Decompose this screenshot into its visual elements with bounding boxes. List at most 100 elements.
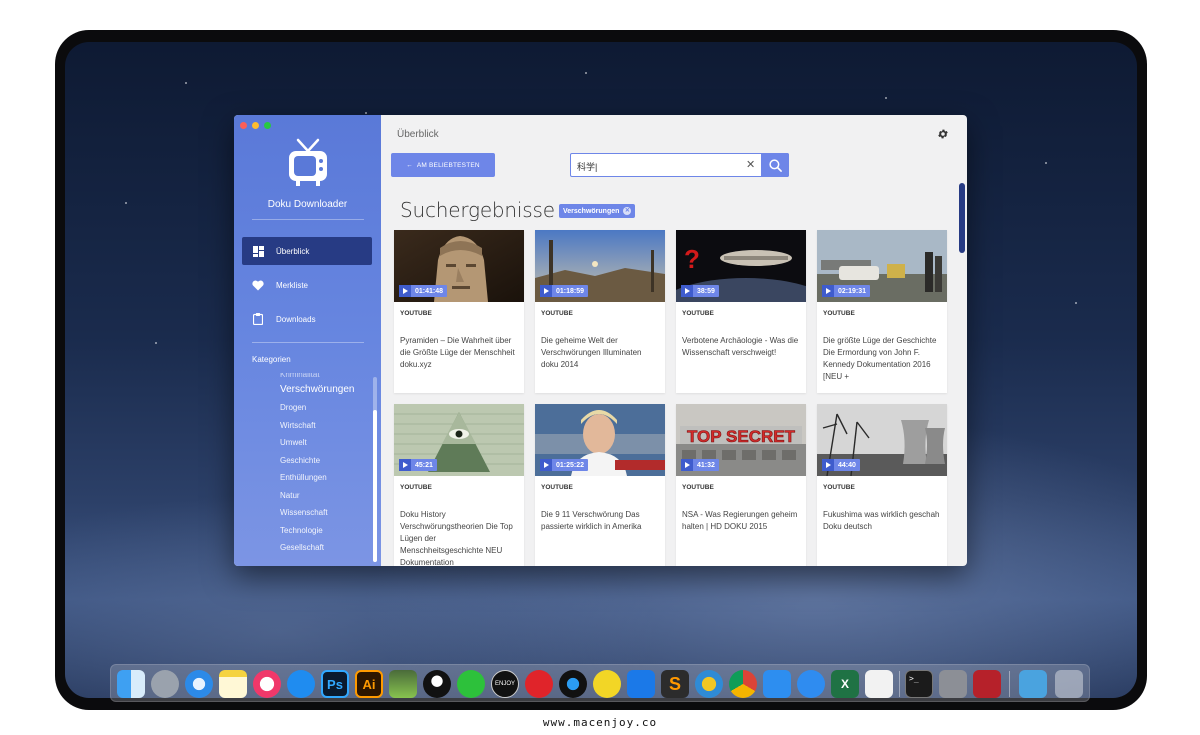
category-item[interactable]: Wissenschaft xyxy=(280,504,355,522)
remove-filter-icon[interactable]: ✕ xyxy=(623,207,632,215)
finder-icon[interactable] xyxy=(117,670,145,698)
video-source: YOUTUBE xyxy=(823,310,855,317)
video-thumbnail[interactable]: 44:40 xyxy=(817,404,947,476)
play-icon xyxy=(399,285,411,297)
duration-badge: 45:21 xyxy=(399,459,437,471)
category-item-selected[interactable]: Verschwörungen xyxy=(280,381,355,399)
illustrator-icon[interactable]: Ai xyxy=(355,670,383,698)
video-title[interactable]: NSA - Was Regierungen geheim halten | HD… xyxy=(682,509,802,533)
video-thumbnail[interactable]: 45:21 xyxy=(394,404,524,476)
qq-icon[interactable] xyxy=(423,670,451,698)
filter-chip[interactable]: Verschwörungen ✕ xyxy=(559,204,636,218)
video-source: YOUTUBE xyxy=(682,310,714,317)
video-source: YOUTUBE xyxy=(541,310,573,317)
category-item[interactable]: Umwelt xyxy=(280,434,355,452)
most-popular-back-button[interactable]: ← AM BELIEBTESTEN xyxy=(391,153,495,177)
video-card[interactable]: ? 38:59 YOUTUBE Verbotene Archäologie - … xyxy=(676,230,806,393)
video-card[interactable]: 01:18:59 YOUTUBE Die geheime Welt der Ve… xyxy=(535,230,665,393)
sidebar-item-downloads[interactable]: Downloads xyxy=(242,305,372,333)
play-icon xyxy=(540,285,552,297)
appstore-icon[interactable] xyxy=(287,670,315,698)
sidebar-item-label: Downloads xyxy=(276,314,316,324)
video-card[interactable]: 44:40 YOUTUBE Fukushima was wirklich ges… xyxy=(817,404,947,566)
video-thumbnail[interactable]: ? 38:59 xyxy=(676,230,806,302)
video-card[interactable]: 02:19:31 YOUTUBE Die größte Lüge der Ges… xyxy=(817,230,947,393)
category-item[interactable]: Technologie xyxy=(280,522,355,540)
search-field[interactable]: 科学| ✕ xyxy=(570,153,789,177)
minimize-window-button[interactable] xyxy=(252,122,259,129)
video-title[interactable]: Die größte Lüge der Geschichte Die Ermor… xyxy=(823,335,943,383)
gear-icon[interactable] xyxy=(937,128,949,140)
duration-badge: 02:19:31 xyxy=(822,285,871,297)
trash-icon[interactable] xyxy=(1055,670,1083,698)
video-title[interactable]: Verbotene Archäologie - Was die Wissensc… xyxy=(682,335,802,359)
maximize-window-button[interactable] xyxy=(264,122,271,129)
video-title[interactable]: Die geheime Welt der Verschwörungen Illu… xyxy=(541,335,661,371)
video-thumbnail[interactable]: 01:25:22 xyxy=(535,404,665,476)
clipboard-icon xyxy=(252,313,264,325)
teamviewer-icon[interactable] xyxy=(627,670,655,698)
netease-icon[interactable] xyxy=(525,670,553,698)
sidebar-item-watchlist[interactable]: Merkliste xyxy=(242,271,372,299)
terminal-icon[interactable]: >_ xyxy=(905,670,933,698)
video-thumbnail[interactable]: 01:18:59 xyxy=(535,230,665,302)
video-title[interactable]: Pyramiden – Die Wahrheit über die Größte… xyxy=(400,335,520,371)
video-source: YOUTUBE xyxy=(400,484,432,491)
launchpad-icon[interactable] xyxy=(151,670,179,698)
clear-search-icon[interactable]: ✕ xyxy=(746,158,755,171)
video-title[interactable]: Fukushima was wirklich geschah Doku deut… xyxy=(823,509,943,533)
downloader-icon[interactable] xyxy=(389,670,417,698)
safari-icon[interactable] xyxy=(185,670,213,698)
excel-icon[interactable]: X xyxy=(831,670,859,698)
play-icon xyxy=(681,285,693,297)
pages-icon[interactable] xyxy=(865,670,893,698)
search-icon xyxy=(768,158,782,172)
category-item[interactable]: Wirtschaft xyxy=(280,417,355,435)
video-source: YOUTUBE xyxy=(682,484,714,491)
category-item[interactable]: Gesellschaft xyxy=(280,539,355,557)
player-icon[interactable] xyxy=(559,670,587,698)
video-source: YOUTUBE xyxy=(823,484,855,491)
enjoy-icon[interactable]: ENJOY xyxy=(491,670,519,698)
video-card[interactable]: 01:41:48 YOUTUBE Pyramiden – Die Wahrhei… xyxy=(394,230,524,393)
chrome-icon[interactable] xyxy=(729,670,757,698)
close-window-button[interactable] xyxy=(240,122,247,129)
play-icon xyxy=(822,459,834,471)
duration-badge: 01:41:48 xyxy=(399,285,448,297)
photoshop-icon[interactable]: Ps xyxy=(321,670,349,698)
notes-icon[interactable] xyxy=(219,670,247,698)
main-scrollbar-thumb[interactable] xyxy=(959,183,965,253)
video-title[interactable]: Die 9 11 Verschwörung Das passierte wirk… xyxy=(541,509,661,533)
video-thumbnail[interactable]: 01:41:48 xyxy=(394,230,524,302)
play-icon xyxy=(822,285,834,297)
network-icon[interactable] xyxy=(695,670,723,698)
music2-icon[interactable] xyxy=(593,670,621,698)
cloud-icon[interactable] xyxy=(797,670,825,698)
sidebar-scrollbar-thumb[interactable] xyxy=(373,410,377,562)
category-item[interactable]: Natur xyxy=(280,487,355,505)
category-item[interactable]: Drogen xyxy=(280,399,355,417)
wechat-icon[interactable] xyxy=(457,670,485,698)
folder-icon[interactable] xyxy=(1019,670,1047,698)
tv-logo-icon xyxy=(289,138,327,186)
category-item[interactable]: Enthüllungen xyxy=(280,469,355,487)
video-card[interactable]: TOP SECRET 41:32 YOUTUBE NSA - Was Regie… xyxy=(676,404,806,566)
search-button[interactable] xyxy=(761,153,789,177)
transfer-icon[interactable] xyxy=(763,670,791,698)
tools-icon[interactable] xyxy=(973,670,1001,698)
category-item[interactable]: Geschichte xyxy=(280,452,355,470)
search-input[interactable]: 科学| xyxy=(577,160,597,173)
video-thumbnail[interactable]: TOP SECRET 41:32 xyxy=(676,404,806,476)
top-secret-text: TOP SECRET xyxy=(687,427,796,446)
category-item[interactable]: Kriminalität xyxy=(280,373,355,381)
video-title[interactable]: Doku History Verschwörungstheorien Die T… xyxy=(400,509,520,566)
music-icon[interactable] xyxy=(253,670,281,698)
sublime-icon[interactable]: S xyxy=(661,670,689,698)
video-card[interactable]: 45:21 YOUTUBE Doku History Verschwörungs… xyxy=(394,404,524,566)
video-thumbnail[interactable]: 02:19:31 xyxy=(817,230,947,302)
sidebar-item-overview[interactable]: Überblick xyxy=(242,237,372,265)
sidebar: Doku Downloader Überblick Merkliste Down… xyxy=(234,115,381,566)
preview-icon[interactable] xyxy=(939,670,967,698)
video-source: YOUTUBE xyxy=(400,310,432,317)
video-card[interactable]: 01:25:22 YOUTUBE Die 9 11 Verschwörung D… xyxy=(535,404,665,566)
